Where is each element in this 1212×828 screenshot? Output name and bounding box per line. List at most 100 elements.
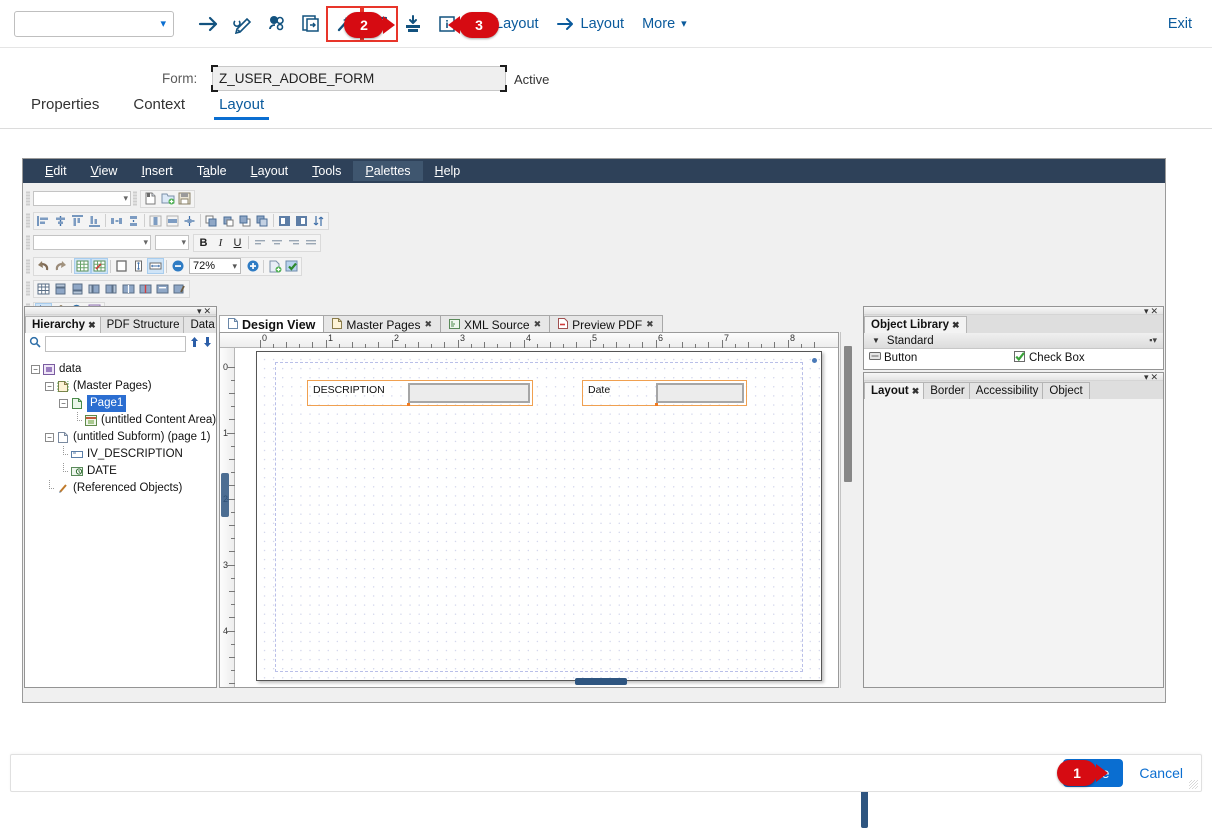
close-icon[interactable]: ✖	[534, 319, 542, 330]
tab-order-icon[interactable]	[310, 213, 327, 229]
menu-layout[interactable]: Layout	[239, 161, 301, 181]
vertical-navigation-marker[interactable]	[221, 473, 229, 517]
menu-palettes[interactable]: Palettes	[353, 161, 422, 181]
tree-node-master-pages[interactable]: − (Master Pages)	[31, 378, 216, 395]
object-library-item-check-box[interactable]: Check Box	[1009, 351, 1085, 365]
tree-node-iv-description[interactable]: IV_DESCRIPTION	[31, 446, 216, 463]
insert-row-above-icon[interactable]	[52, 281, 69, 297]
form-field-date-value[interactable]	[656, 383, 744, 403]
redo-icon[interactable]	[52, 258, 69, 274]
move-up-icon[interactable]	[190, 335, 199, 353]
group-objects-icon[interactable]	[276, 213, 293, 229]
toolbar-select[interactable]: ▾	[14, 11, 174, 37]
page-resize-handle[interactable]	[812, 358, 817, 363]
canvas-vertical-scrollbar[interactable]	[840, 332, 854, 688]
insert-column-left-icon[interactable]	[86, 281, 103, 297]
import-icon-button[interactable]	[396, 8, 430, 40]
form-name-input-wrapper[interactable]: Z_USER_ADOBE_FORM	[212, 66, 506, 91]
palette-tab-object[interactable]: Object	[1042, 382, 1089, 399]
palette-tab-layout[interactable]: Layout ✖	[864, 382, 926, 399]
pencil-edit-icon-button[interactable]	[226, 8, 260, 40]
zoom-level-combo[interactable]: 72% ▾	[189, 258, 241, 274]
toolbar-grip[interactable]	[26, 281, 30, 296]
where-used-icon-button[interactable]	[260, 8, 294, 40]
layout-arrow-button[interactable]: Layout	[548, 8, 634, 40]
cancel-button[interactable]: Cancel	[1133, 759, 1189, 787]
palette-tab-data-view[interactable]: Data View	[183, 316, 216, 333]
align-top-icon[interactable]	[69, 213, 86, 229]
fit-width-icon[interactable]	[147, 258, 164, 274]
insert-column-right-icon[interactable]	[103, 281, 120, 297]
undo-icon[interactable]	[35, 258, 52, 274]
fit-page-icon[interactable]	[113, 258, 130, 274]
tree-expander[interactable]: −	[45, 433, 54, 442]
close-icon[interactable]: ✖	[952, 317, 960, 333]
palette-tab-border[interactable]: Border	[923, 382, 972, 399]
canvas-vertical-scrollbar-thumb[interactable]	[844, 346, 852, 482]
italic-icon[interactable]: I	[212, 235, 229, 251]
exit-button[interactable]: Exit	[1168, 16, 1198, 32]
form-field-description-value[interactable]	[408, 383, 530, 403]
preview-pdf-icon[interactable]	[266, 258, 283, 274]
close-icon[interactable]: ✖	[424, 319, 432, 330]
menu-tools[interactable]: Tools	[300, 161, 353, 181]
tree-expander[interactable]: −	[31, 365, 40, 374]
tree-expander[interactable]: −	[45, 382, 54, 391]
hierarchy-search-input[interactable]	[45, 336, 186, 352]
form-page-sheet[interactable]: DESCRIPTION Date	[256, 351, 822, 681]
palette-tab-hierarchy[interactable]: Hierarchy ✖	[25, 316, 103, 333]
menu-edit[interactable]: Edit	[33, 161, 79, 181]
close-icon[interactable]: ✖	[912, 383, 920, 399]
distribute-vertical-icon[interactable]	[125, 213, 142, 229]
close-icon[interactable]: ✖	[646, 319, 654, 330]
doc-tab-design-view[interactable]: Design View	[219, 315, 324, 333]
center-page-vertical-icon[interactable]	[164, 213, 181, 229]
font-size-combo[interactable]: ▾	[155, 235, 189, 250]
object-library-options-icon[interactable]: ▪▾	[1149, 335, 1157, 346]
fit-height-icon[interactable]	[130, 258, 147, 274]
table-properties-icon[interactable]	[154, 281, 171, 297]
palette-grip[interactable]: ▾✕	[25, 307, 216, 315]
bold-icon[interactable]: B	[195, 235, 212, 251]
form-field-date[interactable]: Date	[582, 380, 747, 406]
palette-tab-accessibility[interactable]: Accessibility	[969, 382, 1046, 399]
chevron-down-icon[interactable]: ▼	[872, 336, 880, 345]
doc-tab-preview-pdf[interactable]: Preview PDF ✖	[549, 315, 663, 333]
doc-tab-xml-source[interactable]: XML Source ✖	[440, 315, 550, 333]
object-library-item-button[interactable]: Button	[864, 351, 1009, 364]
ungroup-objects-icon[interactable]	[293, 213, 310, 229]
save-document-icon[interactable]	[176, 191, 193, 207]
copy-icon-button[interactable]	[294, 8, 328, 40]
tree-node-referenced-objects[interactable]: (Referenced Objects)	[31, 480, 216, 497]
show-grid-icon[interactable]	[74, 258, 91, 274]
object-style-combo[interactable]: ▾	[33, 191, 131, 206]
open-document-icon[interactable]	[159, 191, 176, 207]
canvas-horizontal-scrollbar-thumb[interactable]	[575, 678, 627, 685]
design-canvas[interactable]: 0 1 2 3 4 5 6 7 8	[219, 332, 839, 688]
tab-context[interactable]: Context	[116, 96, 202, 120]
zoom-out-icon[interactable]	[169, 258, 186, 274]
more-menu-button[interactable]: More ▾	[633, 8, 696, 40]
move-down-icon[interactable]	[203, 335, 212, 353]
search-icon[interactable]	[29, 335, 41, 353]
split-cells-icon[interactable]	[137, 281, 154, 297]
tree-node-page1[interactable]: − Page1	[31, 395, 216, 412]
merge-cells-icon[interactable]	[120, 281, 137, 297]
menu-table[interactable]: Table	[185, 161, 239, 181]
arrow-right-icon-button[interactable]	[192, 8, 226, 40]
tree-node-date[interactable]: DATE	[31, 463, 216, 480]
toolbar-grip[interactable]	[26, 213, 30, 228]
form-field-description[interactable]: DESCRIPTION	[307, 380, 533, 406]
send-backward-icon[interactable]	[237, 213, 254, 229]
tab-layout[interactable]: Layout	[202, 96, 281, 120]
text-align-justify-icon[interactable]	[302, 235, 319, 251]
center-page-horizontal-icon[interactable]	[147, 213, 164, 229]
toolbar-grip[interactable]	[26, 235, 30, 250]
palette-grip[interactable]: ▾✕	[864, 373, 1163, 381]
menu-help[interactable]: Help	[423, 161, 473, 181]
palette-tab-object-library[interactable]: Object Library ✖	[864, 316, 967, 333]
new-document-icon[interactable]	[142, 191, 159, 207]
menu-insert[interactable]: Insert	[129, 161, 184, 181]
zoom-in-icon[interactable]	[244, 258, 261, 274]
center-both-icon[interactable]	[181, 213, 198, 229]
